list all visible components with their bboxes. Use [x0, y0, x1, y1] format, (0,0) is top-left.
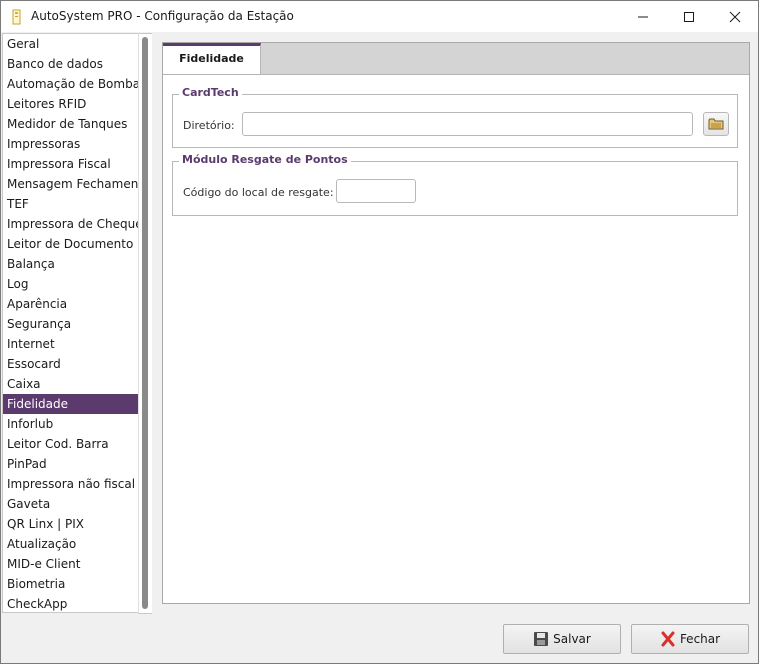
sidebar-item-checkapp[interactable]: CheckApp: [3, 594, 139, 612]
sidebar-item-impressoras[interactable]: Impressoras: [3, 134, 139, 154]
sidebar-item-impressora-nao-fiscal[interactable]: Impressora não fiscal: [3, 474, 139, 494]
redemption-location-label: Código do local de resgate:: [183, 186, 334, 199]
sidebar-item-banco-de-dados[interactable]: Banco de dados: [3, 54, 139, 74]
tab-strip: Fidelidade: [163, 43, 749, 75]
minimize-button[interactable]: [620, 1, 666, 32]
cardtech-group: CardTech Diretório:: [172, 86, 738, 148]
sidebar-item-atualizacao[interactable]: Atualização: [3, 534, 139, 554]
sidebar-item-caixa[interactable]: Caixa: [3, 374, 139, 394]
settings-panel: Fidelidade CardTech Diretório: Módulo Re…: [162, 42, 750, 604]
save-button-label: Salvar: [553, 632, 591, 646]
redemption-location-input[interactable]: [336, 179, 416, 203]
save-button[interactable]: Salvar: [503, 624, 621, 654]
sidebar-item-internet[interactable]: Internet: [3, 334, 139, 354]
browse-folder-button[interactable]: [703, 112, 729, 136]
floppy-disk-icon: [534, 632, 549, 646]
app-icon: [10, 9, 24, 25]
sidebar-item-log[interactable]: Log: [3, 274, 139, 294]
sidebar-item-aparencia[interactable]: Aparência: [3, 294, 139, 314]
sidebar-item-leitor-de-documento[interactable]: Leitor de Documento: [3, 234, 139, 254]
sidebar-item-mid-e-client[interactable]: MID-e Client: [3, 554, 139, 574]
points-redemption-group: Módulo Resgate de Pontos Código do local…: [172, 153, 738, 216]
minimize-icon: [638, 16, 648, 17]
sidebar-item-tef[interactable]: TEF: [3, 194, 139, 214]
close-icon: [729, 11, 741, 22]
sidebar-item-gaveta[interactable]: Gaveta: [3, 494, 139, 514]
points-redemption-group-title: Módulo Resgate de Pontos: [179, 153, 351, 166]
sidebar-scroll-thumb[interactable]: [142, 37, 148, 609]
red-x-icon: [661, 631, 675, 647]
sidebar-item-mensagem-fechamento[interactable]: Mensagem Fechamento: [3, 174, 139, 194]
sidebar-scrollbar[interactable]: [138, 33, 152, 614]
sidebar-item-impressora-de-cheque[interactable]: Impressora de Cheque: [3, 214, 139, 234]
sidebar-item-fidelidade[interactable]: Fidelidade: [3, 394, 139, 414]
sidebar-item-seguranca[interactable]: Segurança: [3, 314, 139, 334]
sidebar-item-pinpad[interactable]: PinPad: [3, 454, 139, 474]
close-button-label: Fechar: [679, 632, 721, 646]
close-button[interactable]: Fechar: [631, 624, 749, 654]
sidebar-item-leitor-cod-barra[interactable]: Leitor Cod. Barra: [3, 434, 139, 454]
sidebar-item-biometria[interactable]: Biometria: [3, 574, 139, 594]
sidebar-item-medidor-de-tanques[interactable]: Medidor de Tanques: [3, 114, 139, 134]
sidebar-item-balanca[interactable]: Balança: [3, 254, 139, 274]
directory-input[interactable]: [242, 112, 693, 136]
sidebar-item-geral[interactable]: Geral: [3, 34, 139, 54]
window-title: AutoSystem PRO - Configuração da Estação: [31, 9, 294, 23]
config-window: AutoSystem PRO - Configuração da Estação…: [0, 0, 759, 664]
sidebar-item-impressora-fiscal[interactable]: Impressora Fiscal: [3, 154, 139, 174]
sidebar-item-qr-linx-pix[interactable]: QR Linx | PIX: [3, 514, 139, 534]
folder-icon: [708, 118, 724, 130]
maximize-icon: [684, 11, 694, 22]
window-close-button[interactable]: [712, 1, 758, 32]
tab-fidelidade[interactable]: Fidelidade: [163, 43, 261, 74]
directory-label: Diretório:: [183, 119, 235, 132]
sidebar-menu: Geral Banco de dados Automação de Bombas…: [2, 33, 139, 613]
sidebar-item-automacao-de-bombas[interactable]: Automação de Bombas: [3, 74, 139, 94]
sidebar-item-inforlub[interactable]: Inforlub: [3, 414, 139, 434]
sidebar-item-leitores-rfid[interactable]: Leitores RFID: [3, 94, 139, 114]
sidebar-item-essocard[interactable]: Essocard: [3, 354, 139, 374]
maximize-button[interactable]: [666, 1, 712, 32]
cardtech-group-title: CardTech: [179, 86, 242, 99]
title-bar: AutoSystem PRO - Configuração da Estação: [1, 1, 758, 32]
